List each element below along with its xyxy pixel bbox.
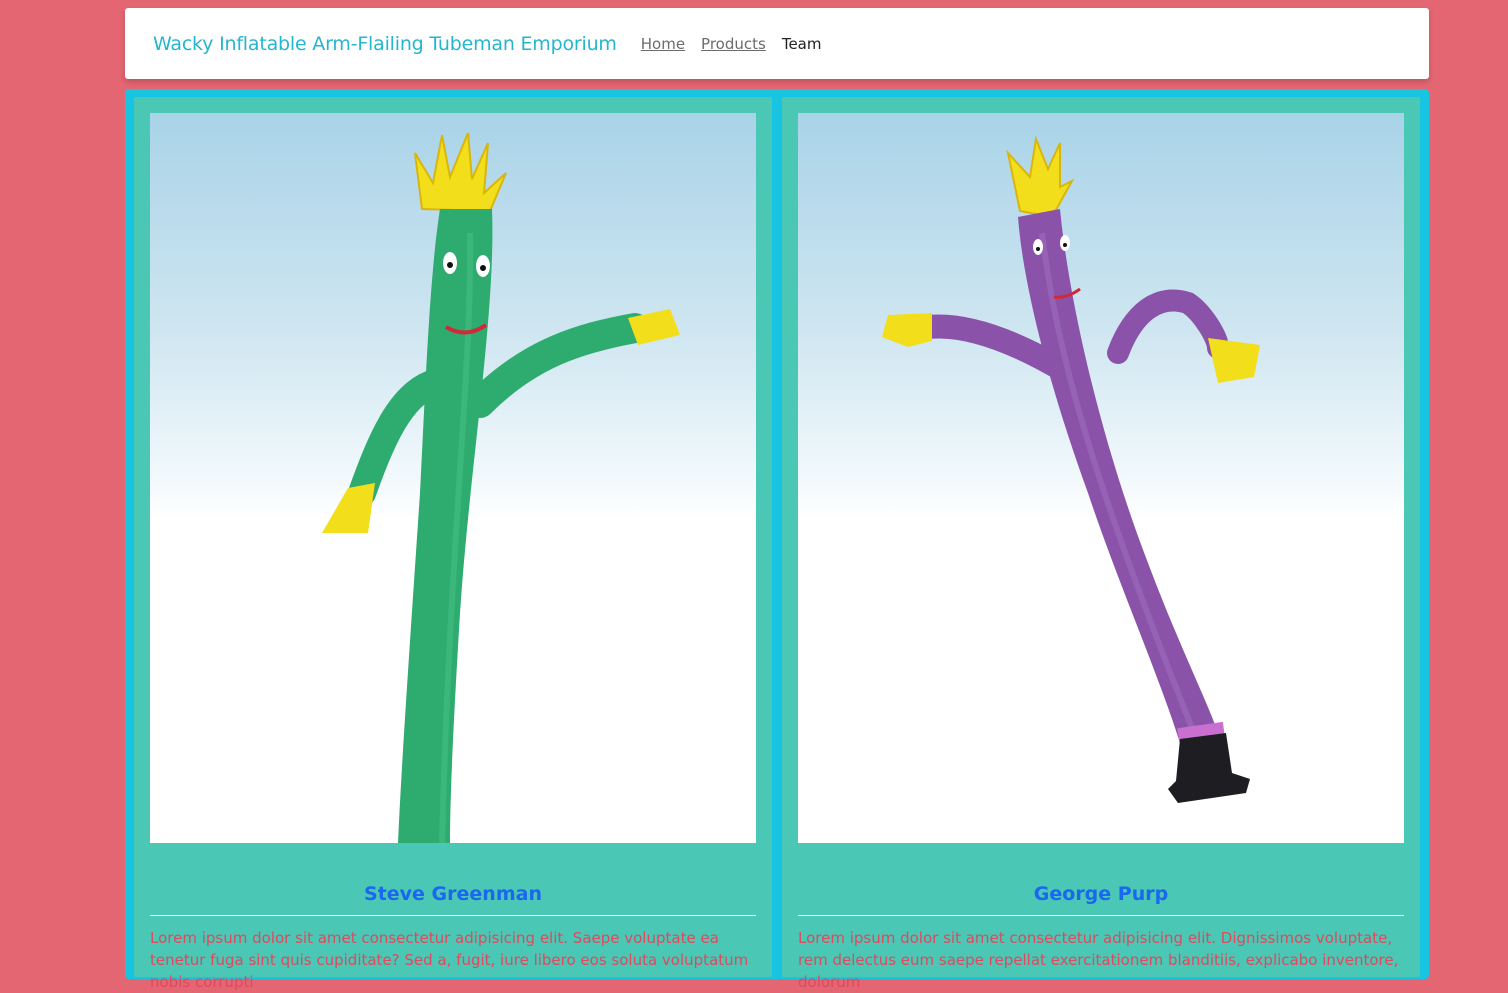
member-description: Lorem ipsum dolor sit amet consectetur a…	[798, 929, 1399, 991]
team-card-george-purp: George Purp Lorem ipsum dolor sit amet c…	[782, 97, 1420, 991]
purple-tubeman-image	[798, 113, 1404, 843]
nav-link-products[interactable]: Products	[701, 35, 766, 53]
nav-link-home[interactable]: Home	[641, 35, 685, 53]
member-name: Steve Greenman	[364, 883, 542, 905]
team-card-steve-greenman: Steve Greenman Lorem ipsum dolor sit ame…	[134, 97, 772, 991]
name-divider	[150, 915, 756, 916]
brand-link[interactable]: Wacky Inflatable Arm-Flailing Tubeman Em…	[153, 33, 617, 55]
green-tubeman-image	[150, 113, 756, 843]
team-container: Steve Greenman Lorem ipsum dolor sit ame…	[125, 89, 1429, 991]
member-name: George Purp	[1033, 883, 1169, 905]
nav-link-team[interactable]: Team	[782, 35, 822, 53]
navbar: Wacky Inflatable Arm-Flailing Tubeman Em…	[125, 8, 1429, 79]
name-divider	[798, 915, 1404, 916]
member-description: Lorem ipsum dolor sit amet consectetur a…	[150, 929, 749, 991]
